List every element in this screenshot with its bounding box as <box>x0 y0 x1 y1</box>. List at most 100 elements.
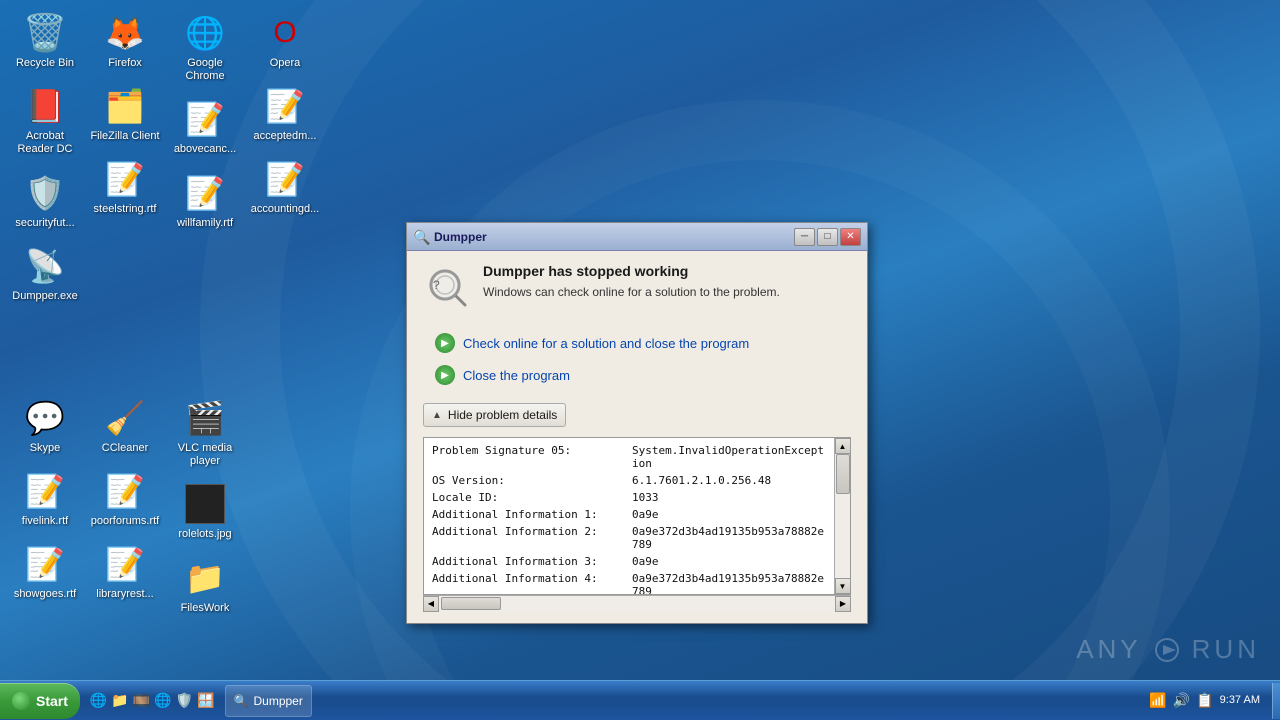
securityfut-label: securityfut... <box>15 217 74 230</box>
dialog-search-magnify-icon: ? <box>423 263 471 311</box>
desktop-icon-securityfut[interactable]: 🛡️ securityfut... <box>5 165 85 238</box>
scrollbar-up-arrow[interactable]: ▲ <box>835 438 851 454</box>
details-val-locale: 1033 <box>632 491 659 504</box>
fileswork-icon: 📁 <box>185 558 225 598</box>
desktop-icon-willfamily[interactable]: 📝 willfamily.rtf <box>165 165 245 238</box>
action-center-icon[interactable]: 📋 <box>1196 692 1213 709</box>
desktop-icon-firefox[interactable]: 🦊 Firefox <box>85 5 165 78</box>
network-tray-icon[interactable]: 📶 <box>1149 692 1166 709</box>
taskbar-dumpper-item[interactable]: 🔍 Dumpper <box>225 685 312 717</box>
icon-column-1: 🦊 Firefox 🗂️ FileZilla Client 📝 steelstr… <box>85 5 165 225</box>
scrollbar-right-arrow[interactable]: ▶ <box>835 596 851 612</box>
details-key-os: OS Version: <box>432 474 632 487</box>
details-button-label: Hide problem details <box>448 408 557 422</box>
desktop-icon-acrobat[interactable]: 📕 Acrobat Reader DC <box>5 78 85 164</box>
show-desktop-button[interactable] <box>1272 683 1280 719</box>
desktop-icon-chrome[interactable]: 🌐 Google Chrome <box>165 5 245 91</box>
vertical-scrollbar[interactable]: ▲ ▼ <box>834 438 850 594</box>
chrome-icon: 🌐 <box>185 13 225 53</box>
vlc-label: VLC media player <box>169 442 241 468</box>
icon-column-5: 🧹 CCleaner 📝 poorforums.rtf 📝 libraryres… <box>85 390 165 610</box>
desktop-icon-filezilla[interactable]: 🗂️ FileZilla Client <box>85 78 165 151</box>
skype-label: Skype <box>30 442 61 455</box>
details-content: Problem Signature 05: System.InvalidOper… <box>424 438 834 594</box>
desktop-icon-opera[interactable]: O Opera <box>245 5 325 78</box>
desktop-icon-vlc[interactable]: 🎬 VLC media player <box>165 390 245 476</box>
start-button[interactable]: Start <box>0 683 80 719</box>
details-row-info4: Additional Information 4: 0a9e372d3b4ad1… <box>432 570 826 594</box>
dialog-subtitle: Windows can check online for a solution … <box>483 285 780 299</box>
details-row-info2: Additional Information 2: 0a9e372d3b4ad1… <box>432 523 826 553</box>
scrollbar-down-arrow[interactable]: ▼ <box>835 578 851 594</box>
details-val-info1: 0a9e <box>632 508 659 521</box>
dialog-titlebar: 🔍 Dumpper ─ □ ✕ <box>407 223 867 251</box>
dialog-main-title: Dumpper has stopped working <box>483 263 780 279</box>
recycle-bin-icon: 🗑️ <box>25 13 65 53</box>
desktop-icon-poorforums[interactable]: 📝 poorforums.rtf <box>85 463 165 536</box>
taskbar-running-items: 🔍 Dumpper <box>221 685 1140 717</box>
action-check-online[interactable]: ▶ Check online for a solution and close … <box>431 327 851 359</box>
steelstring-icon: 📝 <box>105 159 145 199</box>
poorforums-label: poorforums.rtf <box>91 515 159 528</box>
details-panel: Problem Signature 05: System.InvalidOper… <box>423 437 851 595</box>
scrollbar-thumb[interactable] <box>836 454 850 494</box>
media-taskbar-icon[interactable]: 🎞️ <box>133 692 150 709</box>
acrobat-icon: 📕 <box>25 86 65 126</box>
desktop-icon-fivelink[interactable]: 📝 fivelink.rtf <box>5 463 85 536</box>
scrollbar-h-thumb[interactable] <box>441 597 501 610</box>
desktop-icon-libraryrest[interactable]: 📝 libraryrest... <box>85 536 165 609</box>
horizontal-scrollbar[interactable]: ◀ ▶ <box>423 595 851 611</box>
icon-column-6: 🎬 VLC media player rolelots.jpg 📁 FilesW… <box>165 390 245 623</box>
willfamily-icon: 📝 <box>185 173 225 213</box>
details-scroll-area[interactable]: Problem Signature 05: System.InvalidOper… <box>424 438 834 594</box>
svg-text:?: ? <box>433 278 440 292</box>
desktop-icon-acceptedm[interactable]: 📝 acceptedm... <box>245 78 325 151</box>
showgoes-label: showgoes.rtf <box>14 588 76 601</box>
details-val-info2: 0a9e372d3b4ad19135b953a78882e789 <box>632 525 826 551</box>
ie-taskbar-icon[interactable]: 🌐 <box>90 692 107 709</box>
details-row-info1: Additional Information 1: 0a9e <box>432 506 826 523</box>
start-label: Start <box>36 693 68 709</box>
close-program-arrow-icon: ▶ <box>435 365 455 385</box>
dialog-maximize-button[interactable]: □ <box>817 228 838 246</box>
scrollbar-h-track[interactable] <box>439 596 835 612</box>
desktop-icon-recycle-bin[interactable]: 🗑️ Recycle Bin <box>5 5 85 78</box>
dumpper-taskbar-icon: 🔍 <box>234 694 249 708</box>
desktop-icon-abovecanc[interactable]: 📝 abovecanc... <box>165 91 245 164</box>
accountingd-label: accountingd... <box>251 203 320 216</box>
shield-taskbar-icon[interactable]: 🛡️ <box>176 692 193 709</box>
desktop-icon-steelstring[interactable]: 📝 steelstring.rtf <box>85 151 165 224</box>
details-key-info1: Additional Information 1: <box>432 508 632 521</box>
desktop-icon-showgoes[interactable]: 📝 showgoes.rtf <box>5 536 85 609</box>
abovecanc-icon: 📝 <box>185 99 225 139</box>
folder-taskbar-icon[interactable]: 📁 <box>111 692 128 709</box>
desktop-icon-dumpper[interactable]: 📡 Dumpper.exe <box>5 238 85 311</box>
details-val-os: 6.1.7601.2.1.0.256.48 <box>632 474 771 487</box>
desktop-icon-ccleaner[interactable]: 🧹 CCleaner <box>85 390 165 463</box>
scrollbar-left-arrow[interactable]: ◀ <box>423 596 439 612</box>
quick-launch: 🌐 📁 🎞️ 🌐 🛡️ 🪟 <box>84 692 221 709</box>
volume-tray-icon[interactable]: 🔊 <box>1173 692 1190 709</box>
accountingd-icon: 📝 <box>265 159 305 199</box>
dialog-title-icon: 🔍 <box>413 229 429 245</box>
details-key-info3: Additional Information 3: <box>432 555 632 568</box>
problem-details-button[interactable]: ▲ Hide problem details <box>423 403 566 427</box>
desktop-icon-accountingd[interactable]: 📝 accountingd... <box>245 151 325 224</box>
dialog-minimize-button[interactable]: ─ <box>794 228 815 246</box>
details-key-locale: Locale ID: <box>432 491 632 504</box>
vlc-icon: 🎬 <box>185 398 225 438</box>
fivelink-label: fivelink.rtf <box>22 515 68 528</box>
details-key-info4: Additional Information 4: <box>432 572 632 594</box>
desktop-icon-rolelots[interactable]: rolelots.jpg <box>165 476 245 549</box>
dumpper-taskbar-label: Dumpper <box>253 694 302 708</box>
windows-taskbar-icon[interactable]: 🪟 <box>197 692 214 709</box>
action-close-program[interactable]: ▶ Close the program <box>431 359 851 391</box>
desktop-icon-fileswork[interactable]: 📁 FilesWork <box>165 550 245 623</box>
rolelots-icon <box>185 484 225 524</box>
desktop-icon-skype[interactable]: 💬 Skype <box>5 390 85 463</box>
chrome-label: Google Chrome <box>169 57 241 83</box>
dialog-close-button[interactable]: ✕ <box>840 228 861 246</box>
anyrun-watermark: ANY RUN <box>1076 634 1260 665</box>
chrome-taskbar-icon[interactable]: 🌐 <box>154 692 171 709</box>
dialog-header-text: Dumpper has stopped working Windows can … <box>483 263 780 299</box>
